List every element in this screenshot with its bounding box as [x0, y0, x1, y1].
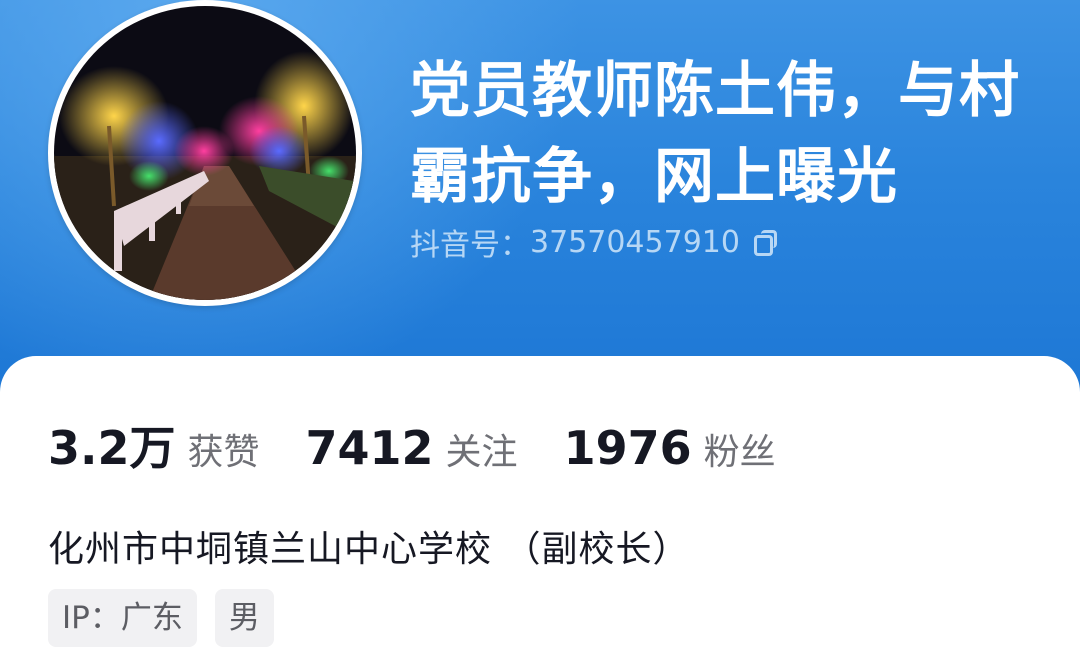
stats-row: 3.2万 获赞 7412 关注 1976 粉丝 [48, 412, 822, 478]
profile-tags: IP：广东 男 [48, 589, 292, 647]
avatar[interactable] [48, 0, 362, 306]
avatar-photo [54, 6, 356, 300]
tag-ip-location: IP：广东 [48, 589, 197, 647]
account-id-value: 37570457910 [530, 224, 740, 260]
stat-following-label: 关注 [445, 432, 518, 473]
stat-likes-value: 3.2万 [48, 421, 176, 475]
stat-likes[interactable]: 3.2万 获赞 [48, 412, 260, 478]
stat-following[interactable]: 7412 关注 [306, 421, 518, 475]
profile-name: 党员教师陈土伟，与村霸抗争，网上曝光 [410, 56, 1020, 212]
profile-bio: 化州市中垌镇兰山中心学校 （副校长） [48, 529, 690, 570]
account-id-label: 抖音号： [410, 228, 530, 263]
profile-header: 党员教师陈土伟，与村霸抗争，网上曝光 抖音号： 37570457910 [0, 0, 1080, 400]
stat-followers-label: 粉丝 [703, 432, 776, 473]
stat-likes-label: 获赞 [187, 432, 260, 473]
stat-followers-value: 1976 [563, 421, 692, 475]
stat-followers[interactable]: 1976 粉丝 [564, 421, 776, 475]
tag-gender: 男 [214, 589, 274, 647]
stat-following-value: 7412 [305, 421, 434, 475]
account-id-row: 抖音号： 37570457910 [410, 222, 778, 263]
copy-icon[interactable] [752, 229, 778, 256]
